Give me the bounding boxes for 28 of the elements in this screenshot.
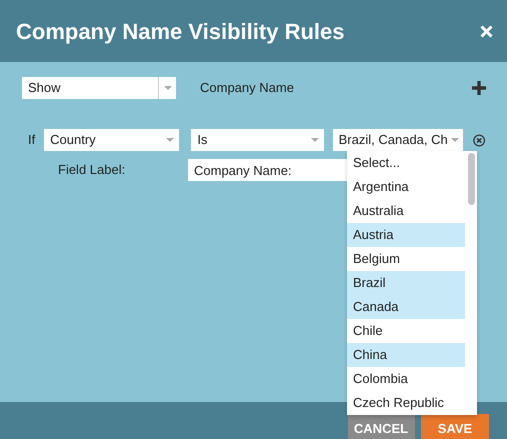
operator-select[interactable]: Is — [191, 129, 324, 151]
dropdown-option[interactable]: Canada — [347, 295, 465, 319]
caret-icon — [451, 138, 460, 142]
dropdown-option[interactable]: Czech Republic — [347, 391, 465, 415]
target-label: Company Name — [200, 79, 294, 98]
close-icon[interactable] — [480, 24, 493, 38]
field-label-text: Field Label: — [58, 161, 126, 180]
caret-icon — [310, 138, 319, 142]
value-select[interactable]: Brazil, Canada, Ch — [332, 129, 463, 151]
dropdown-option[interactable]: Brazil — [347, 271, 465, 295]
dropdown-option[interactable]: Australia — [347, 199, 465, 223]
dropdown-option[interactable]: Austria — [347, 223, 465, 247]
if-label: If — [28, 131, 36, 150]
dropdown-option[interactable]: China — [347, 343, 465, 367]
add-icon[interactable] — [471, 80, 487, 96]
action-select[interactable]: Show — [22, 77, 176, 99]
field-label-input[interactable]: Company Name: — [188, 159, 347, 181]
scrollbar-thumb[interactable] — [468, 153, 475, 205]
dropdown-option[interactable]: Argentina — [347, 175, 465, 199]
caret-icon — [164, 86, 172, 90]
caret-icon — [166, 138, 174, 142]
remove-icon[interactable] — [472, 134, 485, 146]
field-select[interactable]: Country — [44, 129, 180, 151]
dropdown-option[interactable]: Colombia — [347, 367, 465, 391]
dropdown-option[interactable]: Belgium — [347, 247, 465, 271]
dropdown-option[interactable]: Select... — [347, 151, 465, 175]
dialog-title: Company Name Visibility Rules — [16, 18, 344, 46]
dropdown-option[interactable]: Chile — [347, 319, 465, 343]
